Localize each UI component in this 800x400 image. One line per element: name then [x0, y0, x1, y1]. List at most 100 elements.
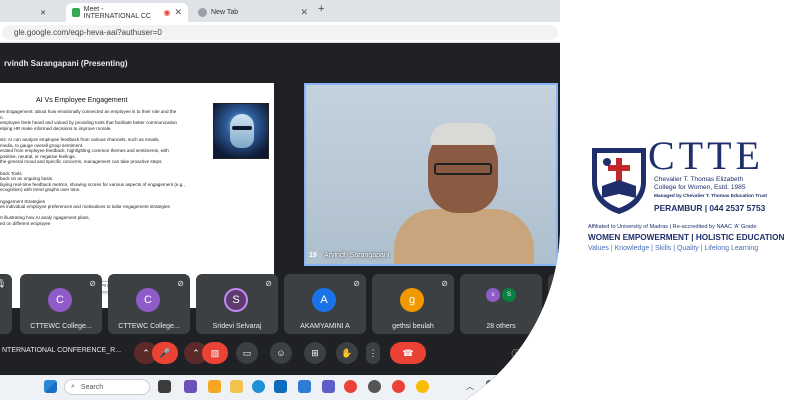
- mic-off-icon: 🎙: [0, 279, 6, 288]
- new-tab-plus-icon[interactable]: +: [318, 3, 324, 15]
- college-branding: CTTE Chevalier T. Thomas Elizabeth Colle…: [588, 133, 788, 258]
- participant-tile[interactable]: ⊘ C CTTEWC College...: [20, 274, 102, 334]
- ai-face-image: [213, 103, 269, 159]
- more-options-button[interactable]: ⋮: [366, 342, 380, 364]
- people-icon: 👥: [537, 348, 547, 358]
- file-explorer-icon[interactable]: [230, 380, 243, 393]
- meeting-details-icon[interactable]: ⓘ: [508, 342, 524, 364]
- avatar: S: [502, 288, 516, 302]
- camera-off-button[interactable]: ▨: [202, 342, 228, 364]
- participant-tile[interactable]: ⊘ g gethsi beulah: [372, 274, 454, 334]
- browser-tab-bar: ✕ Meet - INTERNATIONAL CC ◉ ✕ New Tab ✕ …: [0, 0, 560, 22]
- search-placeholder: Search: [80, 383, 104, 391]
- participant-count: 37: [549, 336, 556, 342]
- settings-icon[interactable]: [368, 380, 381, 393]
- values-line: Values | Knowledge | Skills | Quality | …: [588, 245, 759, 252]
- participant-name: AKAMYAMINI A: [300, 323, 350, 330]
- avatar: S: [224, 288, 248, 312]
- participant-tile-partial[interactable]: 🎙: [0, 274, 12, 334]
- mic-off-icon: ⊘: [265, 279, 272, 288]
- avatar: g: [400, 288, 424, 312]
- affiliation: Affiliated to University of Madras | Re-…: [588, 224, 757, 230]
- tagline: WOMEN EMPOWERMENT | HOLISTIC EDUCATION: [588, 233, 785, 242]
- mic-off-icon: ⊘: [89, 279, 96, 288]
- copilot-icon[interactable]: [208, 380, 221, 393]
- meet-favicon-icon: [72, 8, 80, 17]
- windows-start-icon[interactable]: [44, 380, 57, 393]
- captions-button[interactable]: ▭: [236, 342, 258, 364]
- slide-title: AI Vs Employee Engagement: [36, 97, 128, 104]
- tab-new-tab[interactable]: New Tab ✕: [192, 3, 314, 22]
- emoji-button[interactable]: ☺: [270, 342, 292, 364]
- store-icon[interactable]: [274, 380, 287, 393]
- chrome-profile-icon[interactable]: [392, 380, 405, 393]
- ai-face-shape: [230, 114, 254, 148]
- participant-name: Sridevi Selvaraj: [212, 323, 262, 330]
- speaker-badge: 19: [309, 252, 317, 259]
- taskbar-search[interactable]: ⌕ Search: [64, 379, 150, 395]
- speaker-body: [394, 209, 534, 266]
- task-view-icon[interactable]: [158, 380, 171, 393]
- slide-line: ed on different employee: [0, 220, 51, 226]
- tray-icon[interactable]: [486, 380, 499, 393]
- meet-screenshot: ✕ Meet - INTERNATIONAL CC ◉ ✕ New Tab ✕ …: [0, 0, 560, 400]
- edge-icon[interactable]: [252, 380, 265, 393]
- participant-tile-others[interactable]: s S 28 others: [460, 274, 542, 334]
- url-field[interactable]: gle.google.com/eqp-heva-aai?authuser=0: [2, 25, 558, 40]
- chrome-icon[interactable]: [344, 380, 357, 393]
- logo-wordmark: CTTE: [648, 133, 764, 178]
- search-icon: ⌕: [71, 383, 75, 390]
- app-icon[interactable]: [322, 380, 335, 393]
- windows-taskbar: ⌕ Search ︿: [0, 375, 560, 400]
- speaker-tile[interactable]: 19 Arvindh Sarangapani: [304, 83, 558, 266]
- participant-tile[interactable]: ⊘ S Sridevi Selvaraj: [196, 274, 278, 334]
- mic-off-button[interactable]: 🎤: [152, 342, 178, 364]
- location-phone: PERAMBUR | 044 2537 5753: [654, 203, 766, 213]
- mic-off-icon: ⊘: [177, 279, 184, 288]
- participant-name: 28 others: [486, 323, 516, 330]
- participant-tile[interactable]: ⊘ C CTTEWC College...: [108, 274, 190, 334]
- tab-previous-fragment: ✕: [40, 9, 46, 17]
- tab-meet-label: Meet - INTERNATIONAL CC: [83, 5, 151, 20]
- speaker-hair: [430, 123, 496, 145]
- people-button[interactable]: 👥 37: [532, 342, 552, 364]
- mic-off-icon: ⊘: [441, 279, 448, 288]
- speaker-glasses: [434, 163, 492, 175]
- presenter-label: rvindh Sarangapani (Presenting): [4, 59, 128, 68]
- college-name-line1: Chevalier T. Thomas Elizabeth: [654, 176, 744, 183]
- present-button[interactable]: ⊞: [304, 342, 326, 364]
- participant-name: CTTEWC College...: [30, 323, 92, 330]
- raise-hand-button[interactable]: ✋: [336, 342, 358, 364]
- participant-name: CTTEWC College...: [118, 323, 180, 330]
- participant-name: gethsi beulah: [392, 323, 434, 330]
- avatar: C: [48, 288, 72, 312]
- speaker-name: Arvindh Sarangapani: [324, 252, 390, 259]
- tab-previous[interactable]: ✕: [0, 3, 52, 22]
- mic-off-icon: ⊘: [353, 279, 360, 288]
- tab-meet[interactable]: Meet - INTERNATIONAL CC ◉ ✕: [66, 3, 188, 22]
- avatar: C: [136, 288, 160, 312]
- college-name-line2: College for Women, Estd. 1985: [654, 184, 746, 191]
- avatar: A: [312, 288, 336, 312]
- teams-icon[interactable]: [184, 380, 197, 393]
- college-crest-icon: [592, 148, 646, 214]
- managed-by: Managed by Chevalier T. Thomas Education…: [654, 194, 768, 199]
- ai-visor-shape: [232, 126, 252, 130]
- close-tab-icon[interactable]: ✕: [300, 7, 308, 18]
- chrome-favicon-icon: [198, 8, 207, 17]
- chrome-canary-icon[interactable]: [416, 380, 429, 393]
- leave-call-button[interactable]: ☎: [390, 342, 426, 364]
- participant-tile[interactable]: ⊘ A AKAMYAMINI A: [284, 274, 366, 334]
- chevron-up-icon[interactable]: ︿: [466, 381, 474, 392]
- call-controls: NTERNATIONAL CONFERENCE_R... ⌃ 🎤 ⌃ ▨ ▭ ☺…: [0, 338, 560, 368]
- meet-stage: rvindh Sarangapani (Presenting) AI Vs Em…: [0, 43, 560, 400]
- slide-body: ee Engagement: about how emotionally con…: [0, 109, 210, 226]
- participant-strip: 🎙 ⊘ C CTTEWC College... ⊘ C CTTEWC Colle…: [0, 274, 560, 334]
- poster: ✕ Meet - INTERNATIONAL CC ◉ ✕ New Tab ✕ …: [0, 0, 800, 400]
- close-tab-icon[interactable]: ✕: [174, 7, 182, 18]
- address-bar: gle.google.com/eqp-heva-aai?authuser=0: [0, 22, 560, 43]
- mail-icon[interactable]: [298, 380, 311, 393]
- avatar: s: [486, 288, 500, 302]
- recording-dot-icon: ◉: [163, 8, 171, 17]
- participant-tile-partial[interactable]: [548, 274, 560, 334]
